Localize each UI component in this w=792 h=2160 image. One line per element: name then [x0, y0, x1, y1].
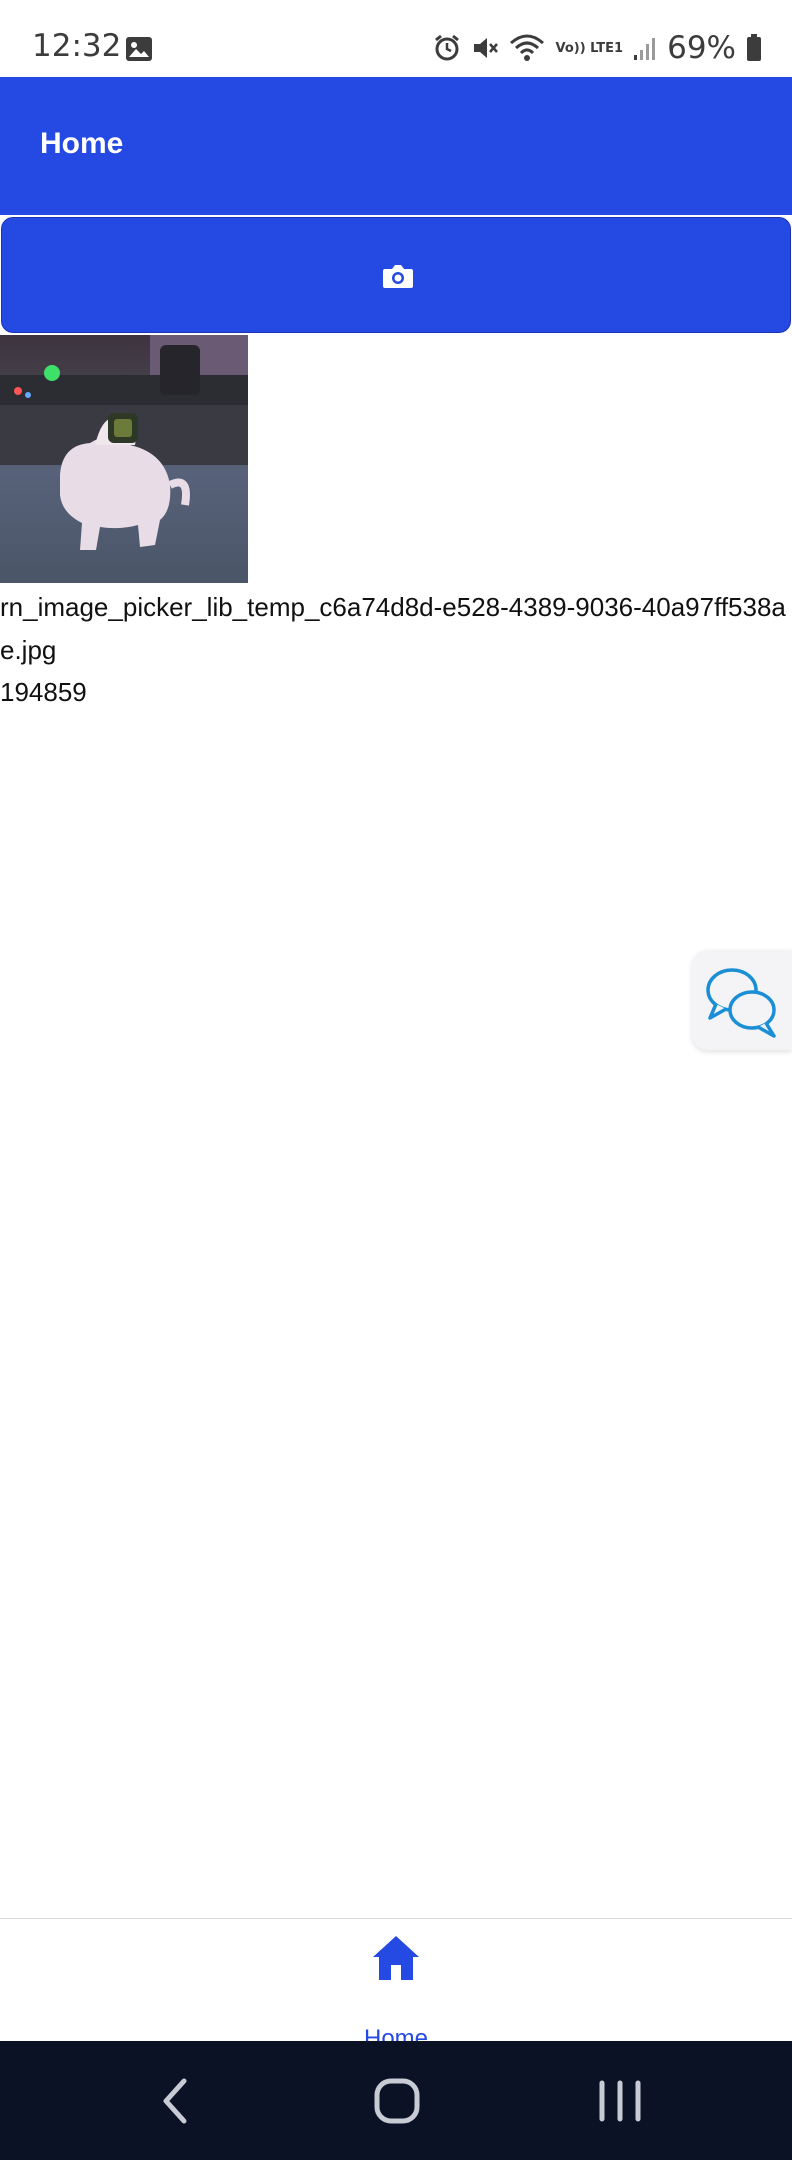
battery-percent: 69%: [667, 30, 736, 66]
recents-icon: [599, 2080, 641, 2122]
page-title: Home: [40, 127, 124, 160]
network-type-label: Vo)) LTE1: [555, 40, 624, 56]
status-time: 12:32: [32, 28, 122, 64]
home-circle-icon: [374, 2078, 420, 2124]
chat-bubbles-icon: [706, 968, 776, 1038]
recents-button[interactable]: [590, 2071, 650, 2131]
back-icon: [163, 2078, 187, 2124]
chat-button[interactable]: [692, 950, 792, 1050]
alarm-icon: [433, 34, 461, 62]
app-header: Home: [0, 77, 792, 215]
status-icons: Vo)) LTE1 69%: [433, 28, 762, 68]
wifi-icon: [509, 33, 545, 63]
tab-home[interactable]: Home: [346, 1933, 446, 2052]
system-navigation-bar: [0, 2041, 792, 2160]
back-button[interactable]: [146, 2071, 206, 2131]
battery-icon: [746, 34, 762, 62]
signal-icon: [633, 35, 657, 61]
file-name-text: rn_image_picker_lib_temp_c6a74d8d-e528-4…: [0, 592, 786, 665]
file-size-text: 194859: [0, 677, 87, 707]
camera-icon: [383, 265, 413, 288]
camera-button[interactable]: [1, 217, 791, 333]
bottom-tab-bar: Home: [0, 1918, 792, 2052]
gallery-notification-icon: [125, 36, 153, 62]
home-icon: [373, 1936, 419, 1980]
picked-image-thumbnail: [0, 335, 248, 583]
mute-icon: [471, 34, 499, 62]
home-system-button[interactable]: [368, 2071, 428, 2131]
status-bar: 12:32 Vo)) LTE1 69%: [0, 0, 792, 77]
